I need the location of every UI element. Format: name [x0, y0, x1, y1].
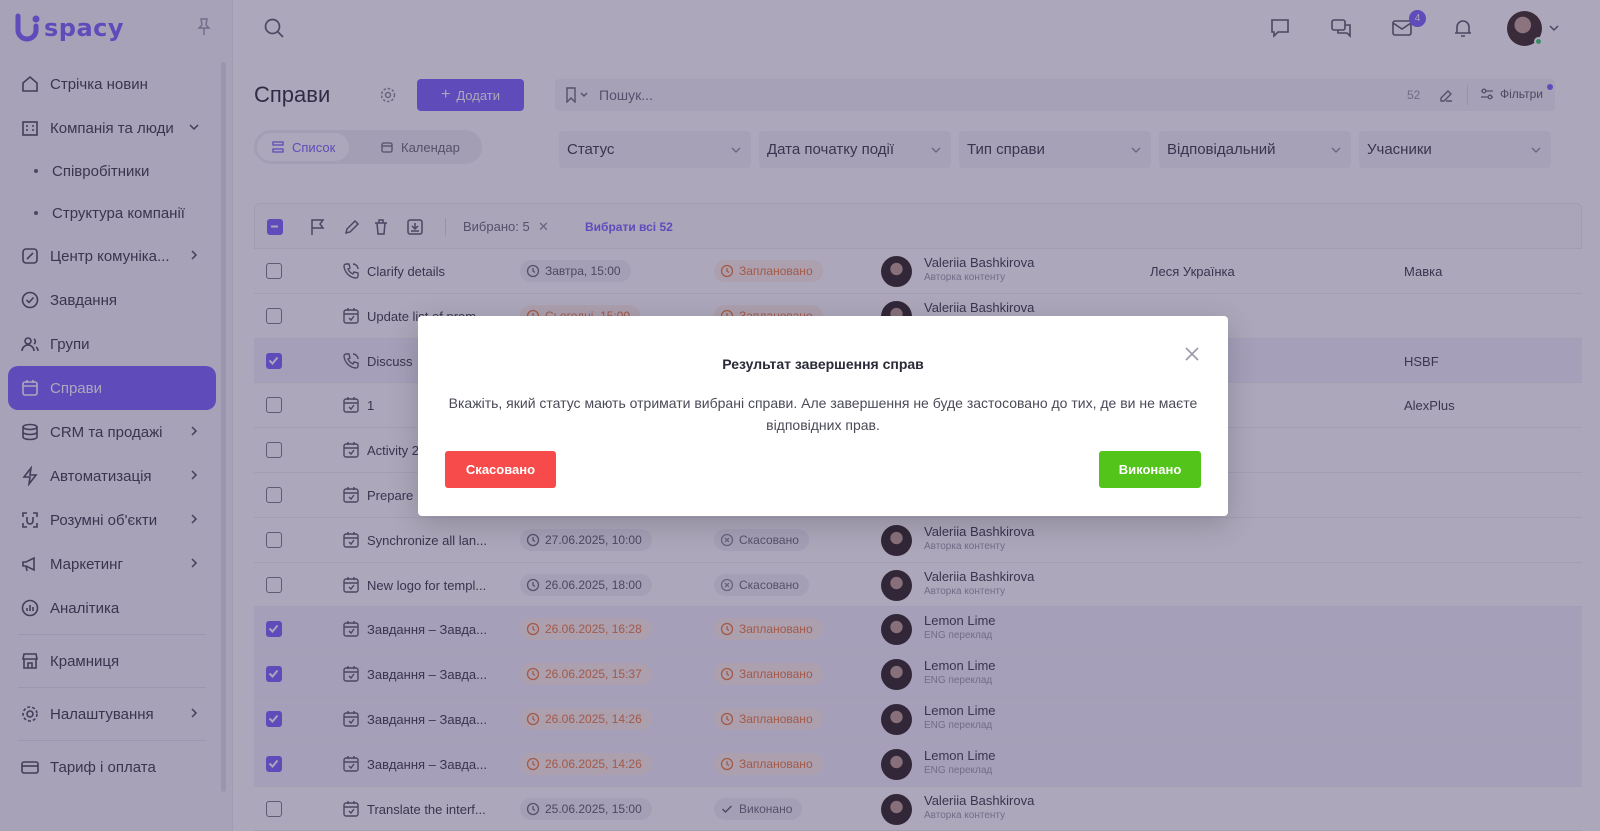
completion-result-dialog: Результат завершення справ Вкажіть, який… [418, 316, 1228, 516]
dialog-title: Результат завершення справ [722, 356, 924, 372]
cancelled-button[interactable]: Скасовано [445, 451, 556, 488]
dialog-message: Вкажіть, який статус мають отримати вибр… [448, 395, 1198, 433]
completed-button[interactable]: Виконано [1099, 451, 1201, 488]
